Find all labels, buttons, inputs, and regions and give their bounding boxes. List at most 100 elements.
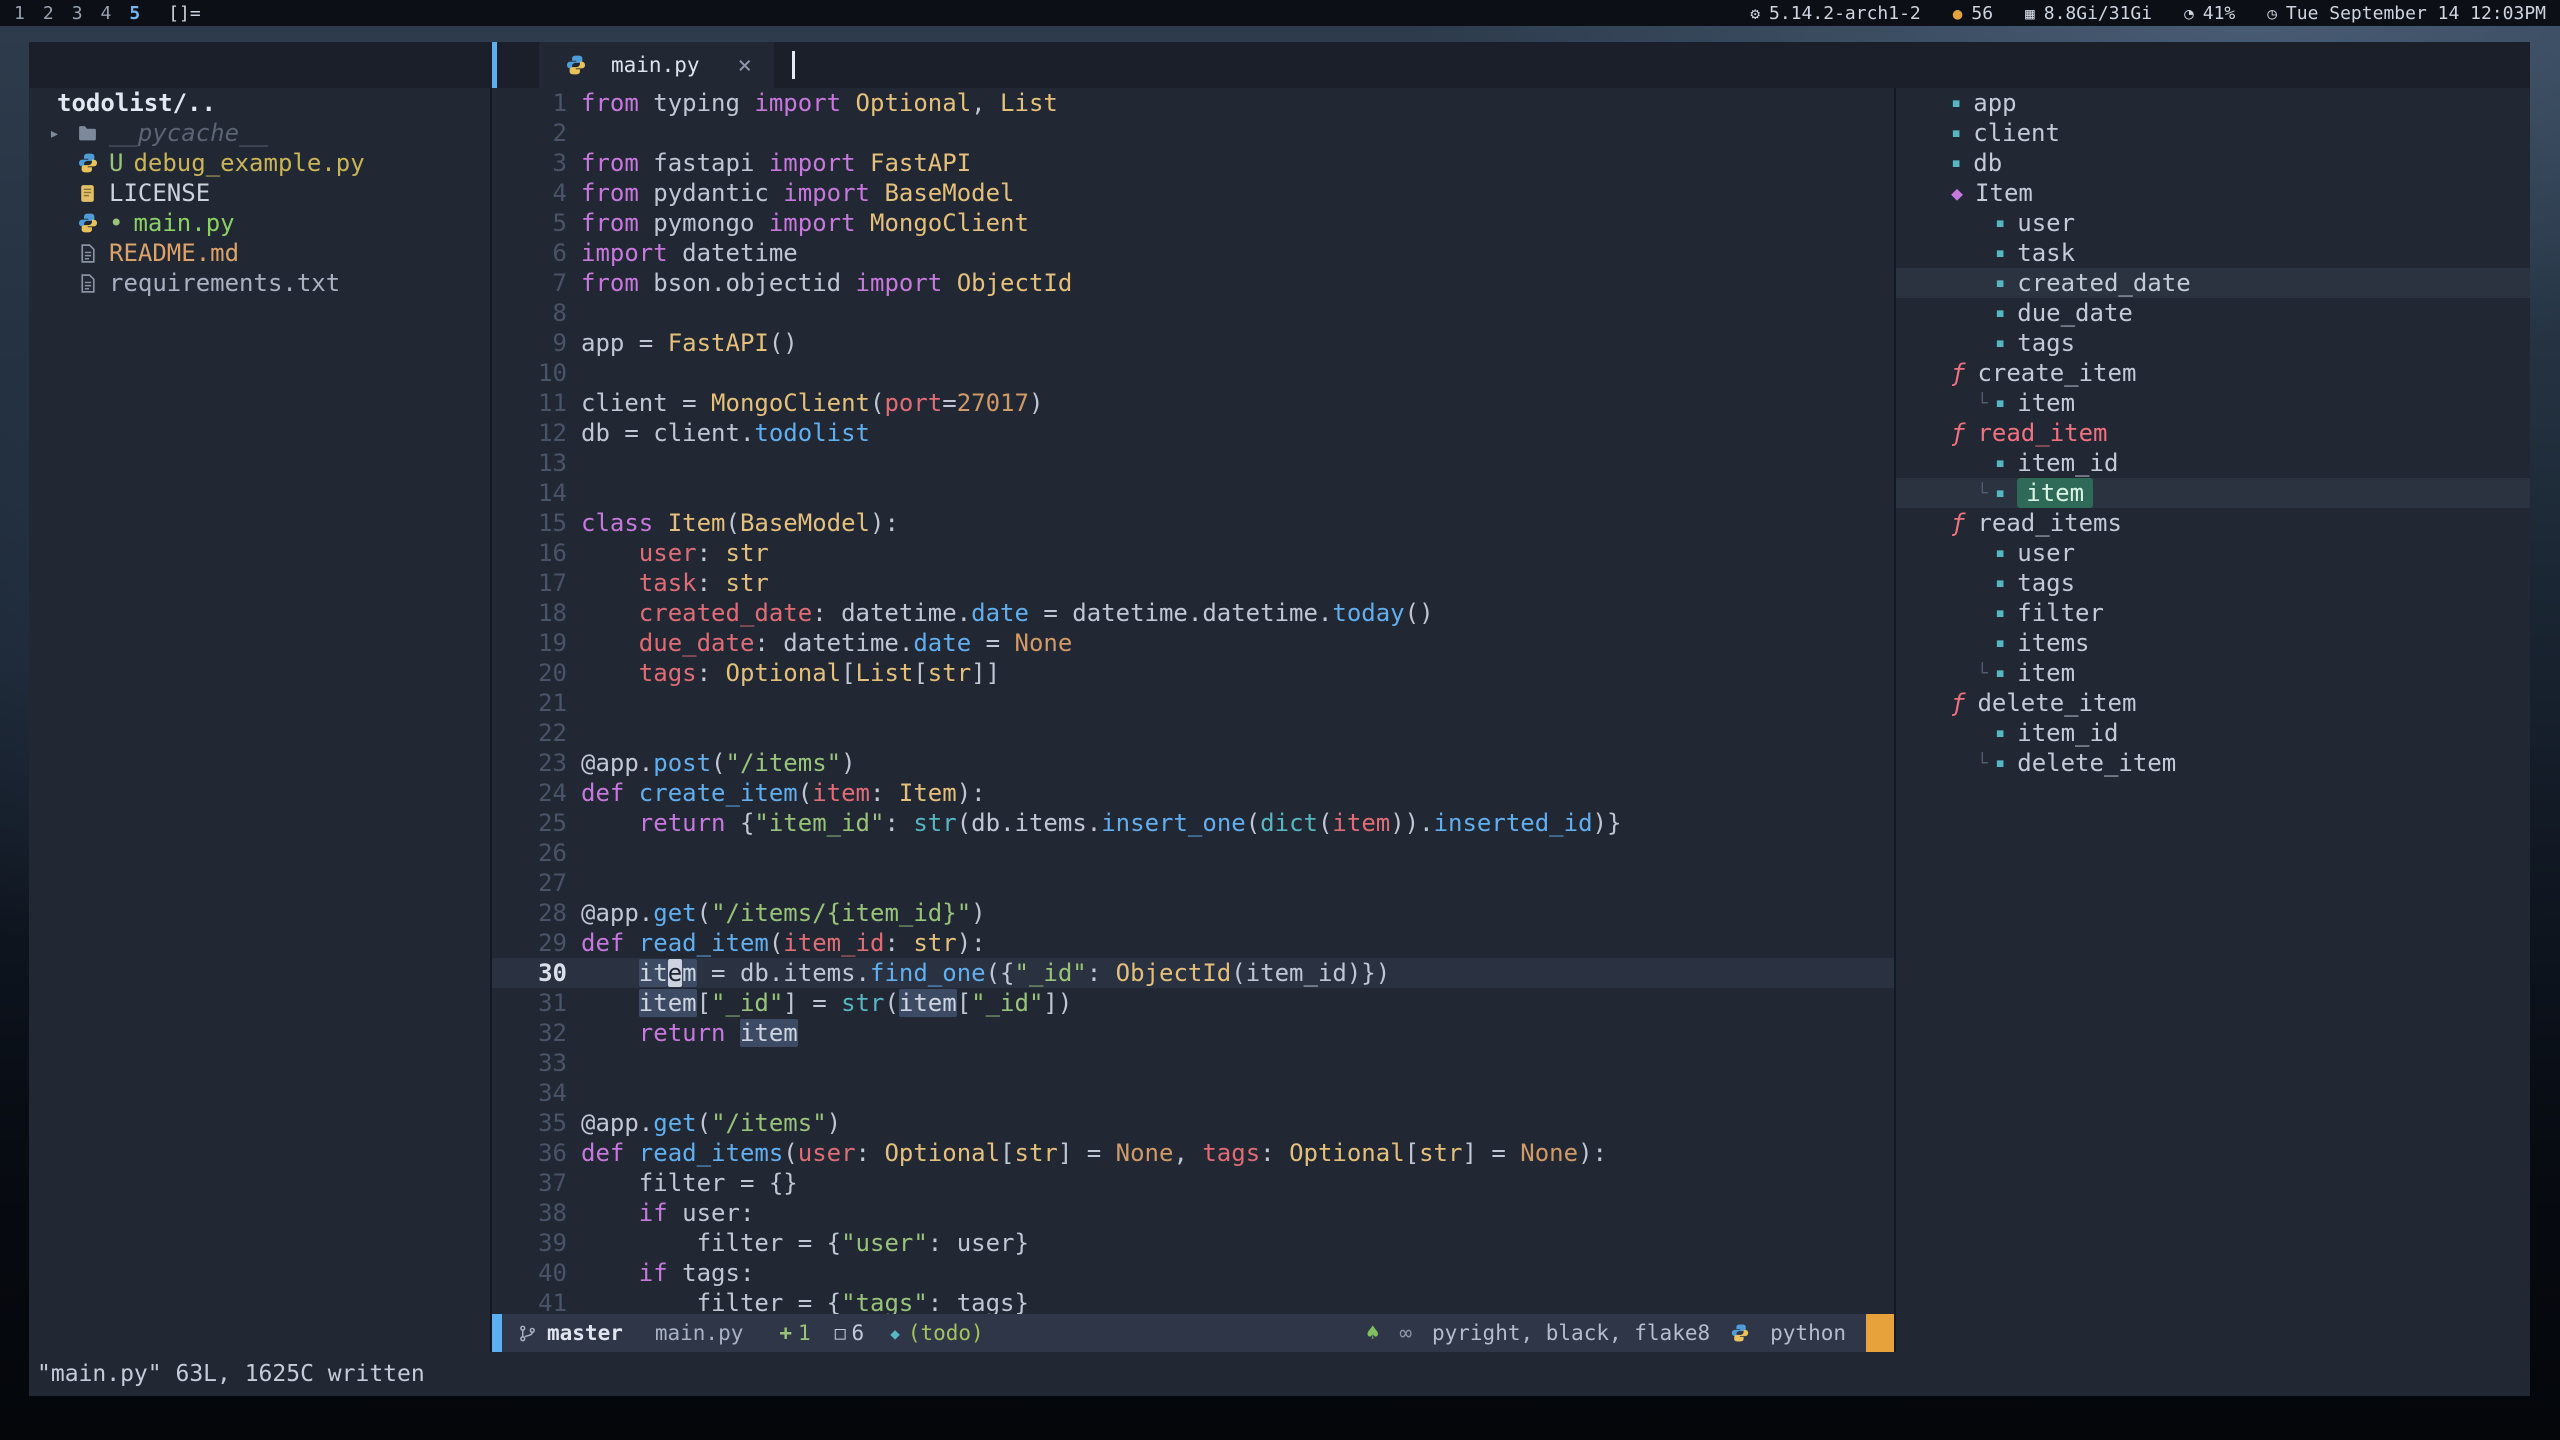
line-number: 17 (492, 568, 567, 598)
code-line-22[interactable]: 22 (492, 718, 1894, 748)
outline-item-user[interactable]: ▪user (1896, 538, 2530, 568)
outline-item-client[interactable]: ▪client (1896, 118, 2530, 148)
outline-item-item_id[interactable]: ▪item_id (1896, 718, 2530, 748)
code-text (567, 1078, 581, 1108)
tree-item-main.py[interactable]: •main.py (49, 208, 490, 238)
close-icon[interactable]: × (738, 51, 752, 79)
outline-label: read_items (1977, 509, 2122, 537)
outline-item-task[interactable]: ▪task (1896, 238, 2530, 268)
workspace-tag-1[interactable]: 1 (14, 3, 25, 24)
outline-item-delete_item[interactable]: ƒdelete_item (1896, 688, 2530, 718)
outline-item-tags[interactable]: ▪tags (1896, 328, 2530, 358)
outline-item-item_id[interactable]: ▪item_id (1896, 448, 2530, 478)
code-line-3[interactable]: 3from fastapi import FastAPI (492, 148, 1894, 178)
outline-item-app[interactable]: ▪app (1896, 88, 2530, 118)
code-line-6[interactable]: 6import datetime (492, 238, 1894, 268)
outline-item-read_items[interactable]: ƒread_items (1896, 508, 2530, 538)
line-number: 36 (492, 1138, 567, 1168)
outline-item-item[interactable]: └▪item (1896, 388, 2530, 418)
outline-item-item[interactable]: └▪item (1896, 478, 2530, 508)
tab-label: main.py (611, 53, 700, 77)
outline-item-item[interactable]: └▪item (1896, 658, 2530, 688)
code-line-4[interactable]: 4from pydantic import BaseModel (492, 178, 1894, 208)
code-line-5[interactable]: 5from pymongo import MongoClient (492, 208, 1894, 238)
code-line-30[interactable]: 30 item = db.items.find_one({"_id": Obje… (492, 958, 1894, 988)
code-line-19[interactable]: 19 due_date: datetime.date = None (492, 628, 1894, 658)
linters-label: pyright, black, flake8 (1432, 1321, 1710, 1345)
code-line-32[interactable]: 32 return item (492, 1018, 1894, 1048)
tree-item-debug_example.py[interactable]: Udebug_example.py (49, 148, 490, 178)
outline-item-due_date[interactable]: ▪due_date (1896, 298, 2530, 328)
outline-label: item (2017, 659, 2075, 687)
code-line-12[interactable]: 12db = client.todolist (492, 418, 1894, 448)
tree-item-requirements.txt[interactable]: requirements.txt (49, 268, 490, 298)
layout-indicator: []= (168, 3, 201, 24)
outline-item-create_item[interactable]: ƒcreate_item (1896, 358, 2530, 388)
variable-icon: ▪ (1995, 753, 2005, 773)
workspace-tag-5[interactable]: 5 (129, 3, 140, 24)
outline-item-read_item[interactable]: ƒread_item (1896, 418, 2530, 448)
code-text: if user: (567, 1198, 754, 1228)
outline-item-db[interactable]: ▪db (1896, 148, 2530, 178)
outline-item-filter[interactable]: ▪filter (1896, 598, 2530, 628)
code-line-20[interactable]: 20 tags: Optional[List[str]] (492, 658, 1894, 688)
code-line-18[interactable]: 18 created_date: datetime.date = datetim… (492, 598, 1894, 628)
code-line-2[interactable]: 2 (492, 118, 1894, 148)
code-line-33[interactable]: 33 (492, 1048, 1894, 1078)
code-line-15[interactable]: 15class Item(BaseModel): (492, 508, 1894, 538)
code-line-24[interactable]: 24def create_item(item: Item): (492, 778, 1894, 808)
code-line-11[interactable]: 11client = MongoClient(port=27017) (492, 388, 1894, 418)
git-added-icon: + (779, 1321, 792, 1345)
tree-item-README.md[interactable]: README.md (49, 238, 490, 268)
field-icon: ▪ (1995, 213, 2005, 233)
python-icon (77, 212, 109, 234)
code-line-13[interactable]: 13 (492, 448, 1894, 478)
workspace-tag-2[interactable]: 2 (43, 3, 54, 24)
git-changed-count: 6 (852, 1321, 865, 1345)
git-branch-label: master (547, 1321, 623, 1345)
outline-item-created_date[interactable]: ▪created_date (1896, 268, 2530, 298)
code-line-25[interactable]: 25 return {"item_id": str(db.items.inser… (492, 808, 1894, 838)
workspace-tag-4[interactable]: 4 (101, 3, 112, 24)
bar-updates-text: 56 (1971, 3, 1993, 24)
code-line-7[interactable]: 7from bson.objectid import ObjectId (492, 268, 1894, 298)
outline-item-tags[interactable]: ▪tags (1896, 568, 2530, 598)
code-line-8[interactable]: 8 (492, 298, 1894, 328)
code-line-28[interactable]: 28@app.get("/items/{item_id}") (492, 898, 1894, 928)
code-line-37[interactable]: 37 filter = {} (492, 1168, 1894, 1198)
tree-item-LICENSE[interactable]: LICENSE (49, 178, 490, 208)
code-line-17[interactable]: 17 task: str (492, 568, 1894, 598)
tree-list: ▸__pycache__ Udebug_example.py LICENSE •… (49, 118, 490, 298)
code-line-21[interactable]: 21 (492, 688, 1894, 718)
tree-item-__pycache__[interactable]: ▸__pycache__ (49, 118, 490, 148)
code-line-34[interactable]: 34 (492, 1078, 1894, 1108)
code-line-27[interactable]: 27 (492, 868, 1894, 898)
code-text (567, 298, 581, 328)
outline-item-Item[interactable]: ◆Item (1896, 178, 2530, 208)
code-line-39[interactable]: 39 filter = {"user": user} (492, 1228, 1894, 1258)
code-line-14[interactable]: 14 (492, 478, 1894, 508)
code-line-1[interactable]: 1from typing import Optional, List (492, 88, 1894, 118)
code-line-23[interactable]: 23@app.post("/items") (492, 748, 1894, 778)
code-line-29[interactable]: 29def read_item(item_id: str): (492, 928, 1894, 958)
code-line-26[interactable]: 26 (492, 838, 1894, 868)
code-line-40[interactable]: 40 if tags: (492, 1258, 1894, 1288)
status-bar: 12345 []= ⚙5.14.2-arch1-2●56▦8.8Gi/31Gi◔… (0, 0, 2560, 26)
outline-item-delete_item[interactable]: └▪delete_item (1896, 748, 2530, 778)
outline-item-items[interactable]: ▪items (1896, 628, 2530, 658)
variable-icon: ▪ (1995, 603, 2005, 623)
code-text: client = MongoClient(port=27017) (567, 388, 1043, 418)
code-line-31[interactable]: 31 item["_id"] = str(item["_id"]) (492, 988, 1894, 1018)
tree-root[interactable]: todolist/.. (49, 88, 490, 118)
code-line-41[interactable]: 41 filter = {"tags": tags} (492, 1288, 1894, 1314)
code-editor[interactable]: 1from typing import Optional, List23from… (492, 88, 1894, 1314)
code-line-36[interactable]: 36def read_items(user: Optional[str] = N… (492, 1138, 1894, 1168)
code-line-16[interactable]: 16 user: str (492, 538, 1894, 568)
outline-item-user[interactable]: ▪user (1896, 208, 2530, 238)
code-line-38[interactable]: 38 if user: (492, 1198, 1894, 1228)
workspace-tag-3[interactable]: 3 (72, 3, 83, 24)
code-line-35[interactable]: 35@app.get("/items") (492, 1108, 1894, 1138)
code-line-10[interactable]: 10 (492, 358, 1894, 388)
code-line-9[interactable]: 9app = FastAPI() (492, 328, 1894, 358)
tab-main-py[interactable]: main.py × (539, 42, 774, 88)
